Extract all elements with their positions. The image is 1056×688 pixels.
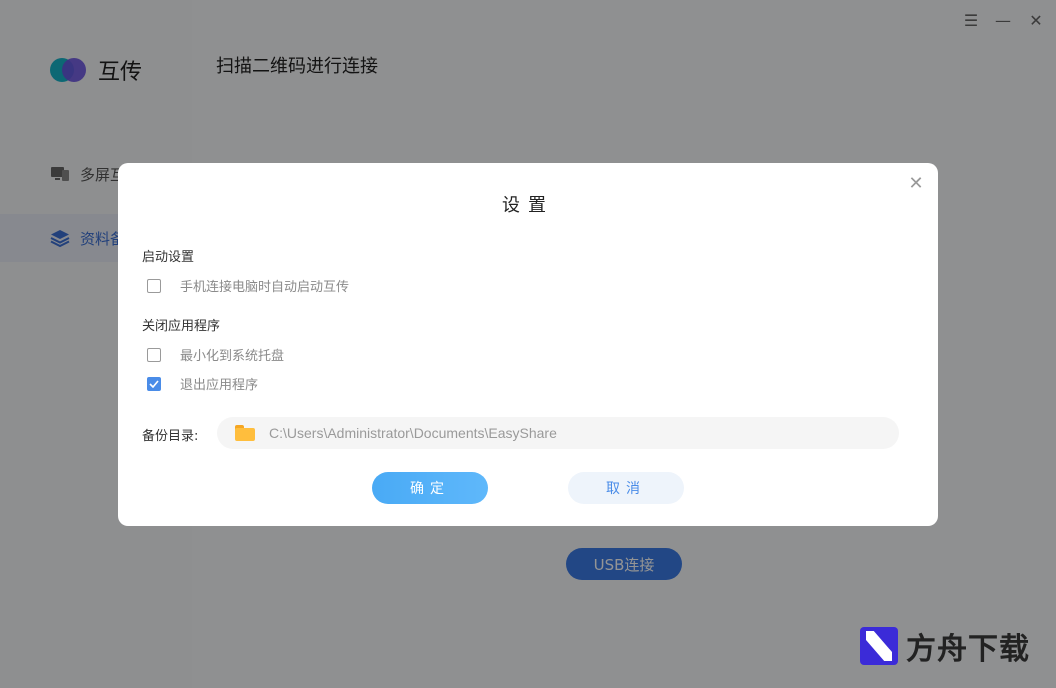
exit-app-checkbox[interactable] bbox=[147, 376, 161, 391]
dialog-title: 设置 bbox=[502, 195, 554, 216]
folder-icon[interactable] bbox=[235, 425, 255, 441]
backup-dir-path: C:\Users\Administrator\Documents\EasySha… bbox=[269, 425, 557, 441]
auto-start-checkbox[interactable] bbox=[147, 278, 161, 293]
backup-dir-label: 备份目录: bbox=[142, 429, 199, 444]
watermark: 方舟下载 bbox=[860, 624, 1030, 668]
watermark-text: 方舟下载 bbox=[906, 632, 1030, 667]
check-icon bbox=[149, 379, 159, 388]
minimize-tray-option[interactable]: 最小化到系统托盘 bbox=[147, 345, 284, 364]
exit-app-option[interactable]: 退出应用程序 bbox=[147, 374, 258, 393]
auto-start-label: 手机连接电脑时自动启动互传 bbox=[180, 280, 350, 295]
settings-dialog: ✕ 设置 启动设置 手机连接电脑时自动启动互传 关闭应用程序 最小化到系统托盘 … bbox=[118, 163, 938, 526]
watermark-logo-icon bbox=[860, 627, 898, 665]
minimize-tray-label: 最小化到系统托盘 bbox=[180, 349, 285, 364]
exit-app-label: 退出应用程序 bbox=[180, 378, 259, 393]
close-section-label: 关闭应用程序 bbox=[142, 319, 221, 334]
auto-start-option[interactable]: 手机连接电脑时自动启动互传 bbox=[147, 276, 349, 295]
backup-dir-field[interactable]: C:\Users\Administrator\Documents\EasySha… bbox=[217, 417, 899, 449]
minimize-tray-checkbox[interactable] bbox=[147, 347, 161, 362]
cancel-button[interactable]: 取消 bbox=[568, 472, 684, 504]
startup-section-label: 启动设置 bbox=[142, 250, 195, 265]
confirm-button[interactable]: 确定 bbox=[372, 472, 488, 504]
close-icon[interactable]: ✕ bbox=[906, 173, 926, 194]
